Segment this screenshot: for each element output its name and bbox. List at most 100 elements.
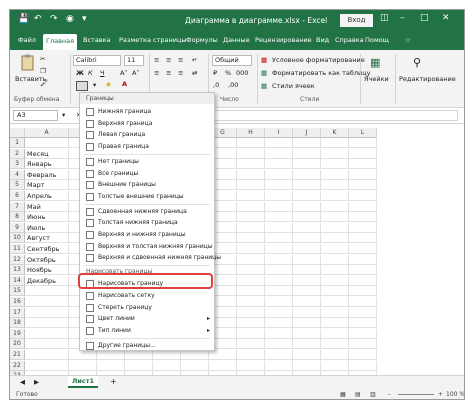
format-painter-icon[interactable]: 🖌 (40, 79, 48, 87)
cell[interactable] (237, 275, 265, 286)
cell-a[interactable]: Июнь (25, 212, 69, 223)
cell[interactable] (349, 265, 377, 276)
cond-format-icon[interactable]: ▦ (261, 56, 267, 64)
draw-menu-item[interactable]: Стереть границу (80, 302, 214, 313)
cell[interactable] (265, 265, 293, 276)
sheet-tab[interactable]: Лист1 (68, 376, 98, 388)
borders-button[interactable] (76, 81, 88, 91)
cells-icon[interactable]: ▦ (370, 56, 380, 69)
customize-icon[interactable]: ▾ (82, 14, 87, 24)
cell[interactable] (265, 180, 293, 191)
cell[interactable] (321, 222, 349, 233)
cell[interactable] (125, 350, 153, 360)
row-header[interactable]: 1 (10, 138, 25, 148)
cell[interactable] (265, 360, 293, 371)
draw-menu-item[interactable]: Цвет линии ▸ (80, 313, 214, 324)
cell[interactable] (293, 222, 321, 233)
align-center-icon[interactable]: ≡ (166, 69, 171, 77)
cell-a[interactable]: Июль (25, 222, 69, 233)
editing-button[interactable]: Редактирование (399, 75, 456, 83)
cell-a[interactable] (25, 318, 69, 329)
merge-icon[interactable]: ⇄ (192, 69, 197, 77)
tab-help-search[interactable]: Помощ (365, 36, 389, 44)
cell[interactable] (265, 244, 293, 254)
cut-icon[interactable]: ✂ (40, 55, 45, 63)
minimize-icon[interactable]: – (400, 13, 405, 23)
column-header[interactable]: L (349, 128, 377, 138)
cell-a[interactable] (25, 286, 69, 297)
cell[interactable] (293, 297, 321, 307)
cell[interactable] (237, 148, 265, 159)
cell[interactable] (265, 328, 293, 339)
ribbon-options-icon[interactable]: ◫ (380, 13, 389, 23)
cell[interactable] (349, 307, 377, 318)
cell[interactable] (237, 244, 265, 254)
cell[interactable] (321, 275, 349, 286)
cell[interactable] (321, 297, 349, 307)
cell[interactable] (237, 297, 265, 307)
cell[interactable] (321, 350, 349, 360)
row-header[interactable]: 2 (10, 148, 25, 159)
login-button[interactable]: Вход (340, 14, 373, 27)
row-header[interactable]: 10 (10, 233, 25, 244)
cell[interactable] (321, 148, 349, 159)
row-header[interactable]: 17 (10, 307, 25, 318)
cell[interactable] (237, 233, 265, 244)
save-icon[interactable]: 💾 (18, 14, 29, 24)
align-right-icon[interactable]: ≡ (178, 69, 183, 77)
column-header[interactable]: A (25, 128, 69, 138)
cell[interactable] (293, 307, 321, 318)
row-header[interactable]: 21 (10, 350, 25, 360)
cell[interactable] (321, 265, 349, 276)
border-menu-item[interactable]: Нет границы (80, 156, 214, 167)
wrap-text-icon[interactable]: ↵ (192, 56, 197, 64)
border-menu-item[interactable]: Все границы (80, 168, 214, 179)
cell-a[interactable]: Март (25, 180, 69, 191)
cell[interactable] (349, 201, 377, 212)
draw-menu-item[interactable]: Другие границы... (80, 340, 214, 351)
cell[interactable] (293, 254, 321, 265)
cell[interactable] (321, 191, 349, 201)
align-left-icon[interactable]: ≡ (154, 69, 159, 77)
tab-page-layout[interactable]: Разметка страницы (119, 36, 187, 44)
column-header[interactable]: I (265, 128, 293, 138)
add-sheet-button[interactable]: + (110, 377, 117, 386)
share-icon[interactable]: ☆ (405, 36, 411, 44)
cell-a[interactable]: Февраль (25, 169, 69, 180)
cell-a[interactable]: Октябрь (25, 254, 69, 265)
cell[interactable] (209, 360, 237, 371)
row-header[interactable]: 9 (10, 222, 25, 233)
cell[interactable] (237, 350, 265, 360)
cell[interactable] (265, 286, 293, 297)
cell[interactable] (237, 360, 265, 371)
cell[interactable] (237, 159, 265, 170)
cell[interactable] (349, 159, 377, 170)
currency-icon[interactable]: ₽ (213, 69, 217, 77)
camera-icon[interactable]: ◉ (66, 14, 74, 24)
border-menu-item[interactable]: Правая граница (80, 141, 214, 152)
cell[interactable] (321, 244, 349, 254)
cell[interactable] (181, 360, 209, 371)
cell[interactable] (237, 138, 265, 148)
cell[interactable] (209, 350, 237, 360)
cell[interactable] (237, 201, 265, 212)
cell-a[interactable] (25, 138, 69, 148)
cell-a[interactable]: Сентябрь (25, 244, 69, 254)
row-header[interactable]: 16 (10, 297, 25, 307)
cell-a[interactable]: Август (25, 233, 69, 244)
cell-a[interactable] (25, 360, 69, 371)
cell[interactable] (265, 201, 293, 212)
cell-a[interactable]: Январь (25, 159, 69, 170)
cell[interactable] (293, 244, 321, 254)
cell-styles-icon[interactable]: ▦ (261, 82, 267, 90)
cell-a[interactable]: Декабрь (25, 275, 69, 286)
cond-format-button[interactable]: Условное форматирование (272, 56, 365, 64)
cell[interactable] (293, 212, 321, 223)
cell[interactable] (321, 212, 349, 223)
cell[interactable] (293, 138, 321, 148)
row-header[interactable]: 20 (10, 339, 25, 350)
cell[interactable] (321, 138, 349, 148)
cell-a[interactable]: Май (25, 201, 69, 212)
cell[interactable] (321, 180, 349, 191)
cell[interactable] (265, 148, 293, 159)
